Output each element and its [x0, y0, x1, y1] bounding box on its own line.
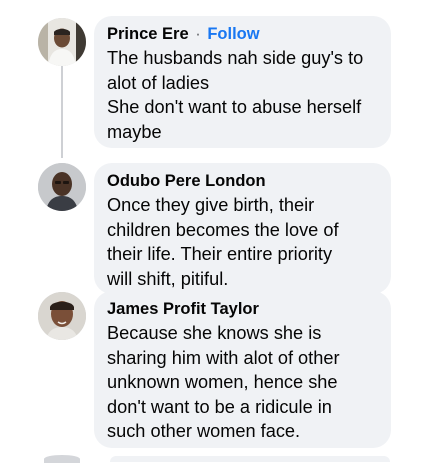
person-avatar-icon [38, 292, 86, 340]
comment-line: Once they give birth, their [107, 195, 315, 215]
comment-line: children becomes the love of [107, 219, 339, 240]
separator-dot: · [195, 25, 201, 43]
author-name[interactable]: Odubo Pere London [107, 172, 266, 190]
comment-line: maybe [107, 121, 162, 142]
author-name[interactable]: Prince Ere [107, 25, 189, 43]
comment-line: will shift, pitiful. [107, 268, 229, 289]
avatar[interactable] [38, 18, 86, 66]
comment-bubble: Prince Ere · Follow The husbands nah sid… [94, 16, 391, 148]
comment-line: sharing him with alot of other [107, 347, 340, 368]
comment-bubble: James Profit Taylor Because she knows sh… [94, 291, 391, 448]
person-avatar-icon [38, 18, 86, 66]
comment-line: their life. Their entire priority [107, 244, 333, 264]
comment-line: She don't want to abuse herself [107, 97, 362, 117]
comment-line: The husbands nah side guy's to [107, 48, 364, 68]
next-comment-avatar-edge [44, 455, 80, 463]
comment-header: Odubo Pere London [107, 171, 379, 191]
comment-header: Prince Ere · Follow [107, 24, 379, 44]
next-comment-bubble-edge [110, 456, 390, 462]
follow-button[interactable]: Follow [207, 25, 259, 43]
author-name[interactable]: James Profit Taylor [107, 300, 259, 318]
comment-text: Because she knows she is sharing him wit… [107, 321, 379, 444]
comment-header: James Profit Taylor [107, 299, 379, 319]
comment-text: Once they give birth, their children bec… [107, 193, 379, 291]
comment-line: unknown women, hence she [107, 372, 338, 392]
avatar[interactable] [38, 163, 86, 211]
comment-line: such other women face. [107, 421, 301, 441]
comment-line: Because she knows she is [107, 323, 322, 343]
avatar[interactable] [38, 292, 86, 340]
comment-text: The husbands nah side guy's to alot of l… [107, 46, 379, 144]
person-avatar-icon [38, 163, 86, 211]
comment-bubble: Odubo Pere London Once they give birth, … [94, 163, 391, 294]
comment-line: alot of ladies [107, 72, 210, 93]
reply-thread-line [61, 62, 63, 158]
comment-line: don't want to be a ridicule in [107, 396, 332, 417]
